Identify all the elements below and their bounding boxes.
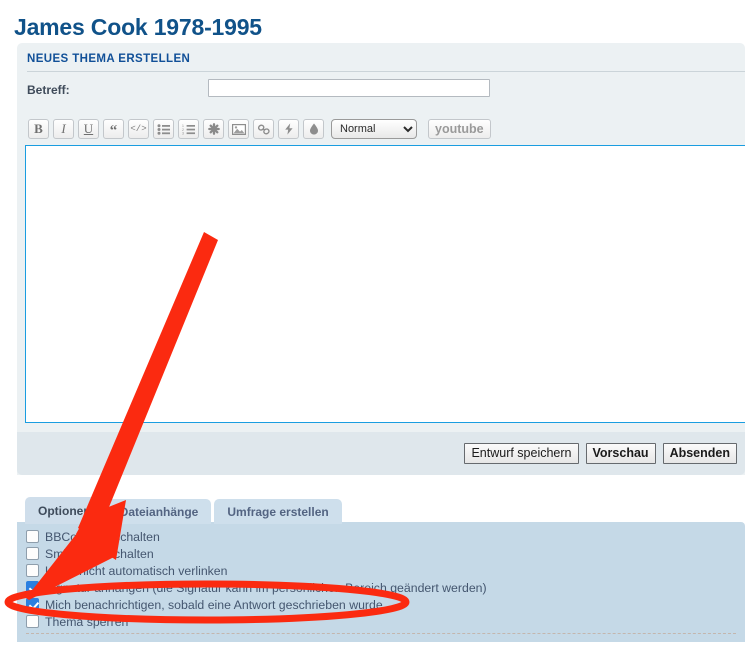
option-label: Signatur anhängen (die Signatur kann im … (45, 580, 487, 595)
option-label: URLs nicht automatisch verlinken (45, 563, 228, 578)
checkbox-bbcode-ausschalten[interactable] (26, 530, 39, 543)
panel-heading-divider (27, 71, 745, 72)
checkbox-urls-nicht-verlinken[interactable] (26, 564, 39, 577)
format-select[interactable]: Normal (331, 119, 417, 139)
unordered-list-icon[interactable] (153, 119, 174, 139)
options-panel: BBCode ausschalten Smilies ausschalten U… (17, 522, 745, 642)
editor-toolbar: B I U “ </> 1 2 3 Normal youtube (28, 119, 737, 143)
tab-optionen[interactable]: Optionen (25, 497, 104, 524)
ordered-list-icon[interactable]: 1 2 3 (178, 119, 199, 139)
svg-text:3: 3 (182, 131, 184, 134)
subject-row: Betreff: (27, 79, 745, 107)
code-icon[interactable]: </> (128, 119, 149, 139)
smiley-asterisk-icon[interactable] (203, 119, 224, 139)
submit-button[interactable]: Absenden (662, 443, 737, 464)
option-label: BBCode ausschalten (45, 529, 160, 544)
youtube-button[interactable]: youtube (428, 119, 491, 139)
color-droplet-icon[interactable] (303, 119, 324, 139)
bold-icon[interactable]: B (28, 119, 49, 139)
subject-label: Betreff: (27, 83, 70, 97)
tab-strip: Optionen Dateianhänge Umfrage erstellen (25, 497, 342, 524)
subject-input[interactable] (208, 79, 490, 97)
action-bar: Entwurf speichern Vorschau Absenden (17, 432, 745, 475)
checkbox-signatur-anhaengen[interactable] (26, 581, 39, 594)
checkbox-smilies-ausschalten[interactable] (26, 547, 39, 560)
save-draft-button[interactable]: Entwurf speichern (464, 443, 579, 464)
option-label: Thema sperren (45, 614, 129, 629)
option-row[interactable]: BBCode ausschalten (17, 528, 745, 545)
preview-button[interactable]: Vorschau (585, 443, 656, 464)
options-divider (26, 633, 736, 634)
option-row[interactable]: Signatur anhängen (die Signatur kann im … (17, 579, 745, 596)
option-row[interactable]: Thema sperren (17, 613, 745, 630)
checkbox-thema-sperren[interactable] (26, 615, 39, 628)
underline-icon[interactable]: U (78, 119, 99, 139)
page-title: James Cook 1978-1995 (14, 14, 262, 40)
option-label: Smilies ausschalten (45, 546, 154, 561)
checkbox-mich-benachrichtigen[interactable] (26, 598, 39, 611)
option-row[interactable]: Mich benachrichtigen, sobald eine Antwor… (17, 596, 745, 613)
option-row[interactable]: URLs nicht automatisch verlinken (17, 562, 745, 579)
flash-icon[interactable] (278, 119, 299, 139)
quote-icon[interactable]: “ (103, 119, 124, 139)
message-textarea[interactable] (25, 145, 745, 423)
option-label: Mich benachrichtigen, sobald eine Antwor… (45, 597, 383, 612)
italic-icon[interactable]: I (53, 119, 74, 139)
link-icon[interactable] (253, 119, 274, 139)
tab-dateianhaenge[interactable]: Dateianhänge (106, 499, 212, 524)
action-button-group: Entwurf speichern Vorschau Absenden (464, 443, 737, 464)
tab-umfrage-erstellen[interactable]: Umfrage erstellen (214, 499, 342, 524)
panel-heading: NEUES THEMA ERSTELLEN (27, 53, 191, 65)
image-icon[interactable] (228, 119, 249, 139)
option-row[interactable]: Smilies ausschalten (17, 545, 745, 562)
